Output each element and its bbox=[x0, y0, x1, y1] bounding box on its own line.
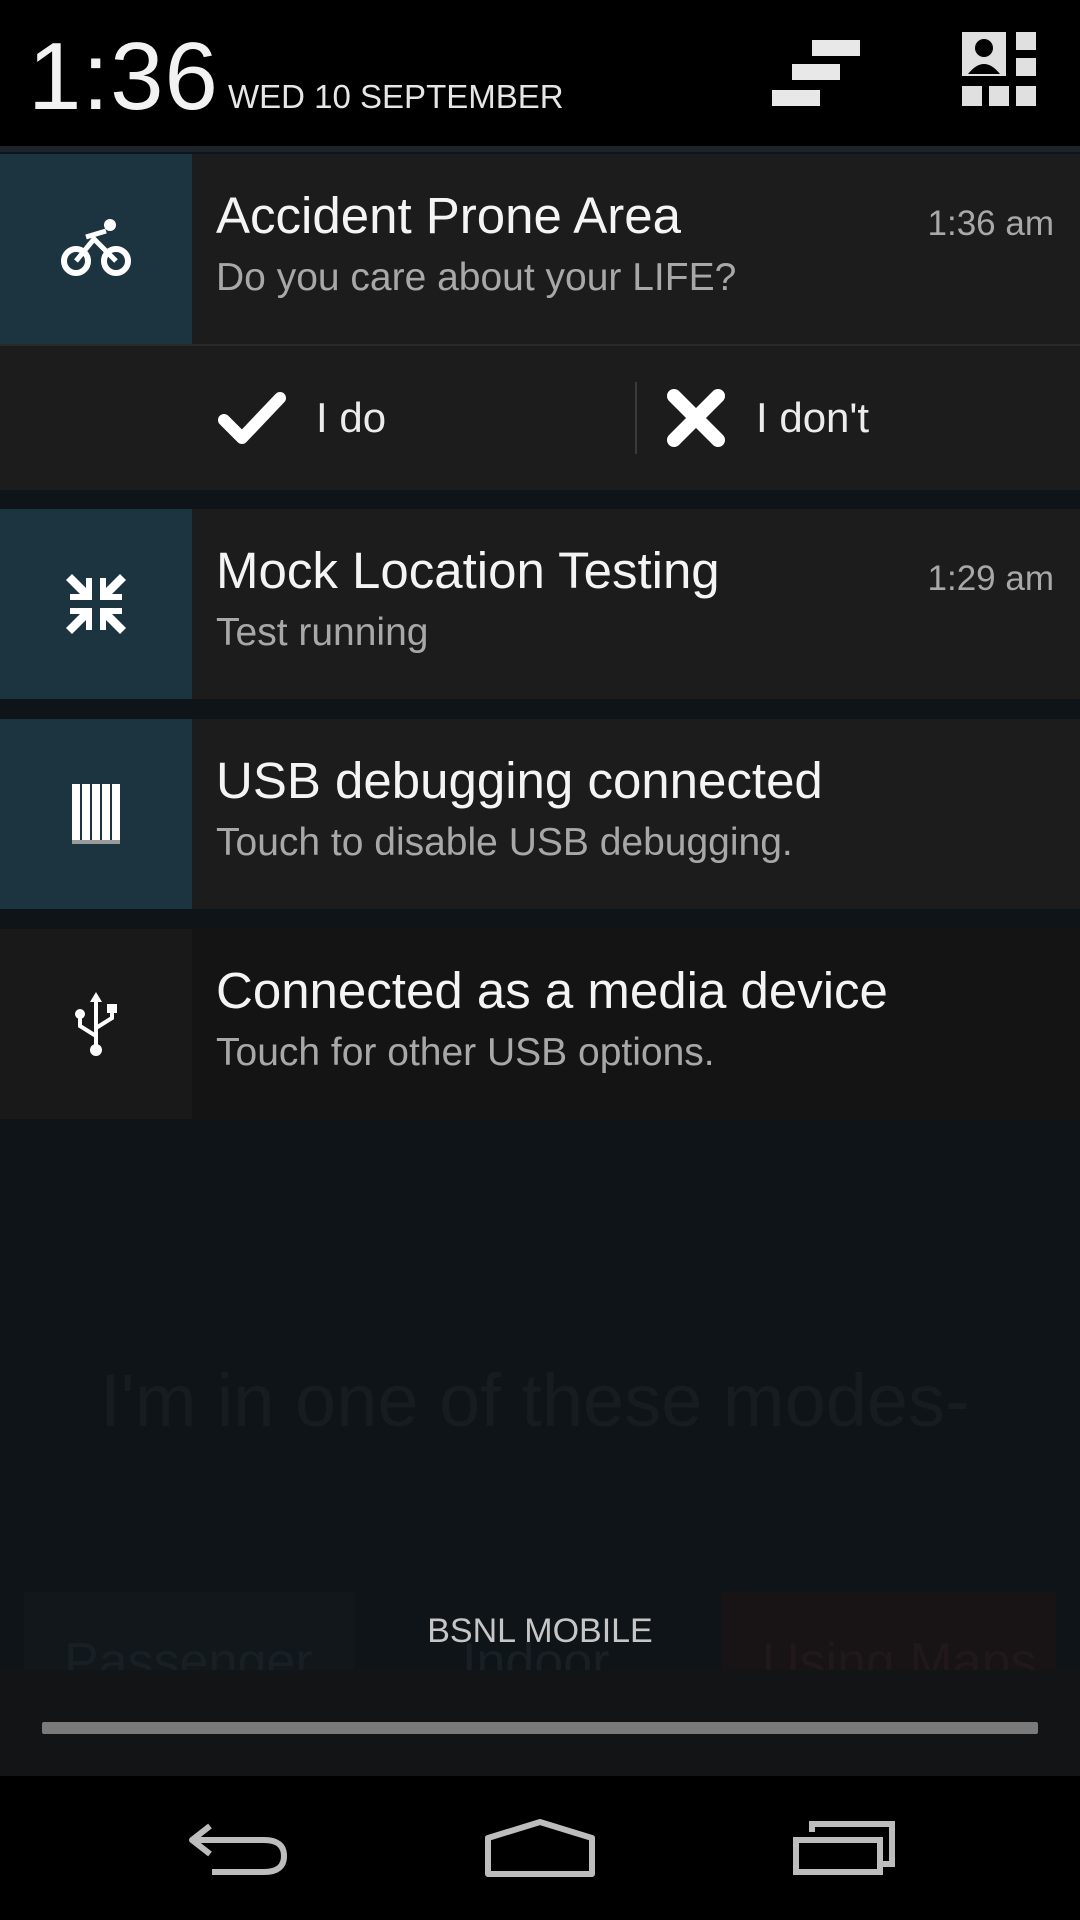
back-icon bbox=[189, 1823, 287, 1875]
notification-text: Touch for other USB options. bbox=[216, 1031, 715, 1074]
background-app-text: I'm in one of these modes- bbox=[100, 1359, 970, 1442]
notification-text: Touch to disable USB debugging. bbox=[216, 821, 793, 864]
notification-media-device[interactable]: Connected as a media device Touch for ot… bbox=[0, 929, 1080, 1119]
usb-icon bbox=[75, 992, 117, 1056]
home-button[interactable] bbox=[440, 1776, 640, 1920]
quick-settings-icon bbox=[962, 32, 1036, 106]
notification-text: Do you care about your LIFE? bbox=[216, 256, 737, 299]
date: WED 10 SEPTEMBER bbox=[228, 78, 564, 115]
action-divider bbox=[635, 382, 637, 454]
shade-header: 1:36 WED 10 SEPTEMBER bbox=[0, 0, 1080, 152]
clear-all-icon bbox=[772, 40, 860, 106]
recents-button[interactable] bbox=[744, 1776, 944, 1920]
notification-mock-location-testing[interactable]: Mock Location Testing Test running 1:29 … bbox=[0, 509, 1080, 699]
bike-icon bbox=[61, 219, 131, 276]
notification-shade: I'm in one of these modes- Passenger Ind… bbox=[0, 0, 1080, 1920]
notification-icon-box bbox=[0, 509, 192, 699]
clear-all-notifications-button[interactable] bbox=[770, 38, 866, 110]
notification-icon-box bbox=[0, 154, 192, 344]
back-button[interactable] bbox=[138, 1776, 338, 1920]
shade-drag-handle[interactable] bbox=[42, 1722, 1038, 1734]
notification-time: 1:36 am bbox=[927, 204, 1054, 243]
quick-settings-button[interactable] bbox=[960, 30, 1040, 114]
navigation-bar bbox=[0, 1776, 1080, 1920]
collapse-arrows-icon bbox=[66, 574, 126, 634]
notification-text: Test running bbox=[216, 611, 429, 654]
home-icon bbox=[485, 1819, 595, 1877]
notification-time: 1:29 am bbox=[927, 559, 1054, 598]
carrier-label: BSNL MOBILE bbox=[427, 1612, 653, 1650]
notification-accident-prone-area[interactable]: Accident Prone Area Do you care about yo… bbox=[0, 154, 1080, 344]
notification-title: Connected as a media device bbox=[216, 962, 888, 1019]
notification-icon-box bbox=[0, 929, 192, 1119]
notification-title: Mock Location Testing bbox=[216, 542, 720, 599]
notification-icon-box bbox=[0, 719, 192, 909]
clock: 1:36 bbox=[28, 23, 219, 130]
action-label: I don't bbox=[756, 394, 870, 441]
action-label: I do bbox=[316, 394, 387, 441]
notification-usb-debugging[interactable]: USB debugging connected Touch to disable… bbox=[0, 719, 1080, 909]
x-icon bbox=[667, 389, 725, 447]
usb-debug-icon bbox=[72, 784, 120, 844]
recents-icon bbox=[793, 1821, 895, 1875]
header-divider bbox=[0, 146, 1080, 152]
action-i-do-button[interactable]: I do bbox=[218, 346, 386, 490]
notification-actions: I do I don't bbox=[0, 346, 1080, 490]
check-icon bbox=[218, 392, 286, 444]
notification-title: Accident Prone Area bbox=[216, 187, 681, 244]
notification-title: USB debugging connected bbox=[216, 752, 823, 809]
action-i-dont-button[interactable]: I don't bbox=[666, 346, 869, 490]
